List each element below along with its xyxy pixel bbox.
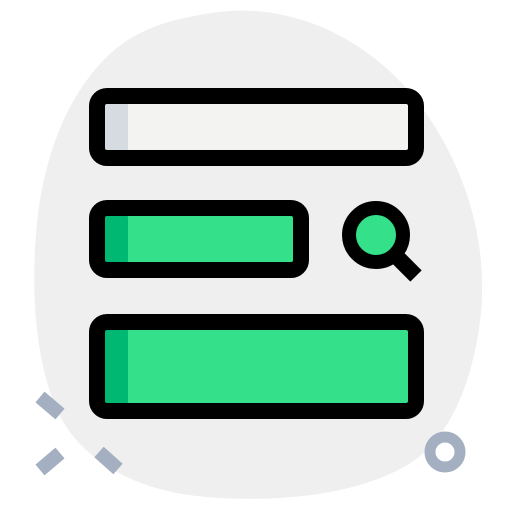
- icon-canvas: [0, 0, 512, 512]
- search-bar-form-icon: [34, 10, 483, 499]
- magnifier-lens: [342, 201, 410, 269]
- field-shade: [101, 100, 128, 154]
- panel-fill: [97, 322, 416, 411]
- sparkle-stroke-bottom-left: [35, 447, 65, 476]
- search-query-field: [89, 200, 309, 278]
- field-fill: [97, 96, 416, 158]
- field-shade: [101, 212, 128, 266]
- ring-circle-icon: [424, 431, 466, 473]
- results-panel: [89, 314, 424, 419]
- search-input-field: [89, 88, 424, 166]
- panel-shade: [101, 326, 128, 407]
